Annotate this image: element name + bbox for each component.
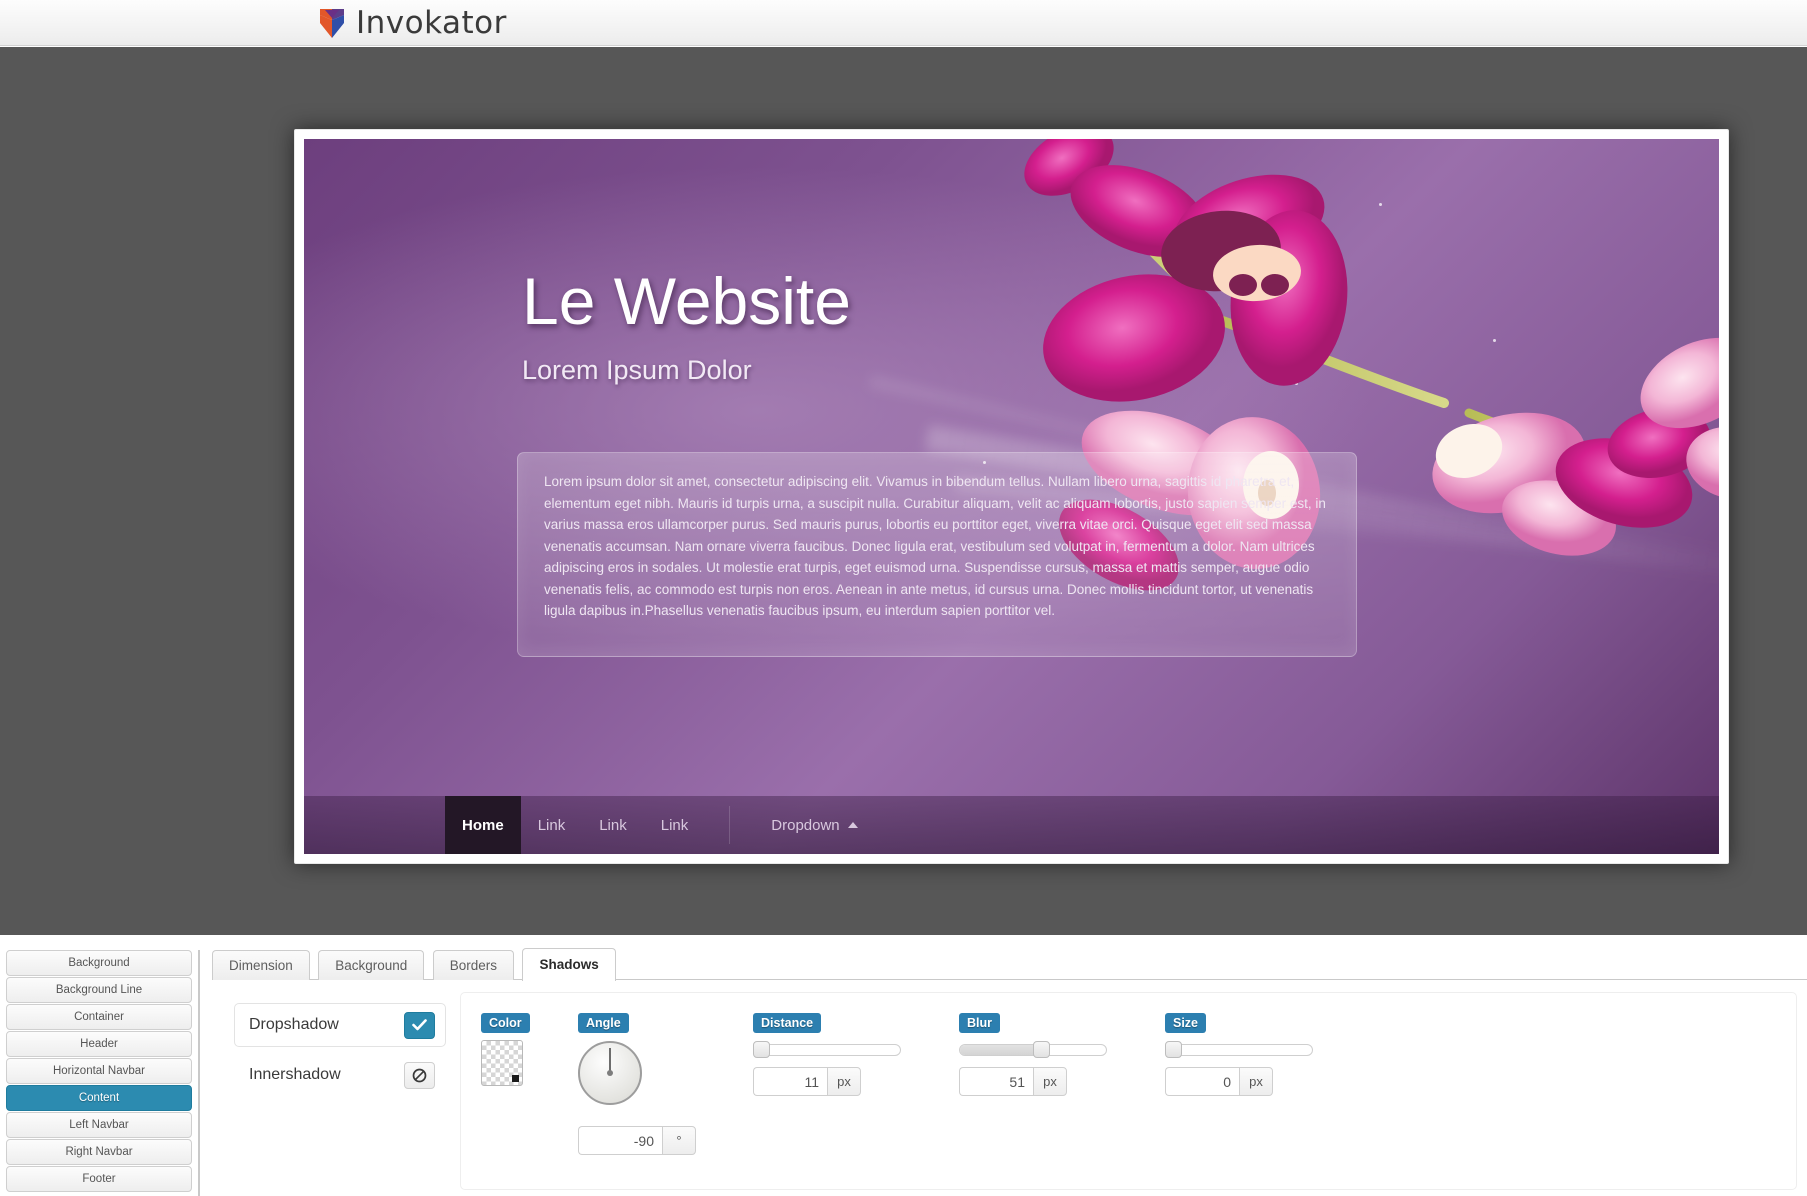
size-input[interactable]	[1165, 1067, 1239, 1096]
dropshadow-row: Dropshadow	[234, 1003, 446, 1047]
innershadow-row: Innershadow	[234, 1053, 446, 1097]
tab-borders[interactable]: Borders	[432, 950, 515, 981]
shadow-controls: Color Angle ° Distance	[460, 992, 1797, 1190]
nav-item-link-1[interactable]: Link	[521, 796, 583, 854]
sparkle-decoration	[1181, 239, 1185, 243]
angle-input-group: °	[578, 1126, 696, 1155]
angle-label: Angle	[578, 1013, 629, 1033]
element-item-content[interactable]: Content	[6, 1085, 192, 1111]
element-list: Background Background Line Container Hea…	[0, 950, 200, 1196]
blur-slider-handle[interactable]	[1033, 1041, 1050, 1058]
dropshadow-checkbox[interactable]	[404, 1011, 435, 1039]
caret-up-icon	[847, 822, 858, 828]
blur-control: Blur px	[959, 1013, 1107, 1096]
blur-slider[interactable]	[959, 1041, 1107, 1058]
blur-input[interactable]	[959, 1067, 1033, 1096]
nav-item-link-3[interactable]: Link	[644, 796, 706, 854]
element-item-right-navbar[interactable]: Right Navbar	[6, 1139, 192, 1165]
element-item-background-line[interactable]: Background Line	[6, 977, 192, 1003]
size-input-group: px	[1165, 1067, 1313, 1096]
preview-workspace: Le Website Lorem Ipsum Dolor Lorem ipsum…	[0, 47, 1807, 935]
element-item-left-navbar[interactable]: Left Navbar	[6, 1112, 192, 1138]
sparkle-decoration	[1294, 382, 1298, 386]
hero-subtitle: Lorem Ipsum Dolor	[522, 355, 752, 385]
angle-input[interactable]	[578, 1126, 662, 1155]
no-entry-icon	[412, 1068, 427, 1082]
nav-item-home[interactable]: Home	[445, 796, 521, 854]
innershadow-checkbox[interactable]	[404, 1061, 435, 1089]
hero-block: Le Website Lorem Ipsum Dolor	[522, 263, 851, 386]
distance-slider-track	[753, 1044, 901, 1056]
content-panel[interactable]: Lorem ipsum dolor sit amet, consectetur …	[517, 452, 1357, 657]
blur-unit[interactable]: px	[1033, 1067, 1067, 1096]
shadows-panel: Dropshadow Innershadow Color Angle -90 °…	[212, 980, 1807, 1196]
distance-input[interactable]	[753, 1067, 827, 1096]
size-slider[interactable]	[1165, 1041, 1313, 1058]
check-icon	[412, 1019, 427, 1031]
tab-dimension[interactable]: Dimension	[212, 950, 310, 981]
innershadow-label: Innershadow	[249, 1066, 341, 1083]
distance-label: Distance	[753, 1013, 822, 1033]
transparency-checkerboard-swatch[interactable]	[481, 1040, 523, 1086]
distance-control: Distance px	[753, 1013, 901, 1096]
app-header: Invokator	[0, 0, 1807, 46]
website-preview-frame[interactable]: Le Website Lorem Ipsum Dolor Lorem ipsum…	[294, 129, 1729, 864]
app-title: Invokator	[356, 4, 507, 41]
size-slider-handle[interactable]	[1165, 1041, 1182, 1058]
size-unit[interactable]: px	[1239, 1067, 1273, 1096]
blur-label: Blur	[959, 1013, 1000, 1033]
hero-title: Le Website	[522, 264, 851, 338]
dropshadow-label: Dropshadow	[249, 1016, 339, 1033]
nav-item-link-2[interactable]: Link	[582, 796, 644, 854]
nav-item-dropdown[interactable]: Dropdown	[754, 796, 874, 854]
distance-slider[interactable]	[753, 1041, 901, 1058]
shadow-toggle-group: Dropshadow Innershadow	[234, 1003, 446, 1103]
sparkle-decoration	[1492, 339, 1496, 343]
size-label: Size	[1165, 1013, 1207, 1033]
element-item-horizontal-navbar[interactable]: Horizontal Navbar	[6, 1058, 192, 1084]
element-item-header[interactable]: Header	[6, 1031, 192, 1057]
nav-dropdown-label: Dropdown	[771, 816, 840, 834]
sparkle-decoration	[1082, 303, 1086, 307]
property-tabs: Dimension Background Borders Shadows	[212, 948, 1807, 981]
distance-unit[interactable]: px	[827, 1067, 861, 1096]
content-body-text: Lorem ipsum dolor sit amet, consectetur …	[544, 474, 1326, 618]
site-navbar: Home Link Link Link Dropdown	[304, 796, 1719, 854]
navbar-divider	[729, 806, 731, 844]
distance-slider-handle[interactable]	[753, 1041, 770, 1058]
rotary-knob-icon[interactable]	[578, 1041, 642, 1105]
blur-slider-fill	[960, 1045, 1042, 1055]
website-canvas[interactable]: Le Website Lorem Ipsum Dolor Lorem ipsum…	[304, 139, 1719, 854]
knob-hub	[607, 1070, 613, 1076]
angle-control: Angle °	[578, 1013, 696, 1155]
element-item-background[interactable]: Background	[6, 950, 192, 976]
tab-background[interactable]: Background	[318, 950, 425, 981]
navbar-spacer	[304, 796, 445, 854]
properties-editor: Background Background Line Container Hea…	[0, 935, 1807, 1196]
color-control: Color	[481, 1013, 530, 1086]
tab-shadows[interactable]: Shadows	[522, 948, 616, 981]
size-control: Size px	[1165, 1013, 1313, 1096]
size-slider-track	[1165, 1044, 1313, 1056]
element-item-container[interactable]: Container	[6, 1004, 192, 1030]
shield-chevron-logo-icon	[318, 7, 346, 39]
color-label: Color	[481, 1013, 530, 1033]
angle-unit-button[interactable]: °	[662, 1126, 696, 1155]
element-item-footer[interactable]: Footer	[6, 1166, 192, 1192]
sparkle-decoration	[1379, 203, 1383, 207]
distance-input-group: px	[753, 1067, 901, 1096]
blur-input-group: px	[959, 1067, 1107, 1096]
